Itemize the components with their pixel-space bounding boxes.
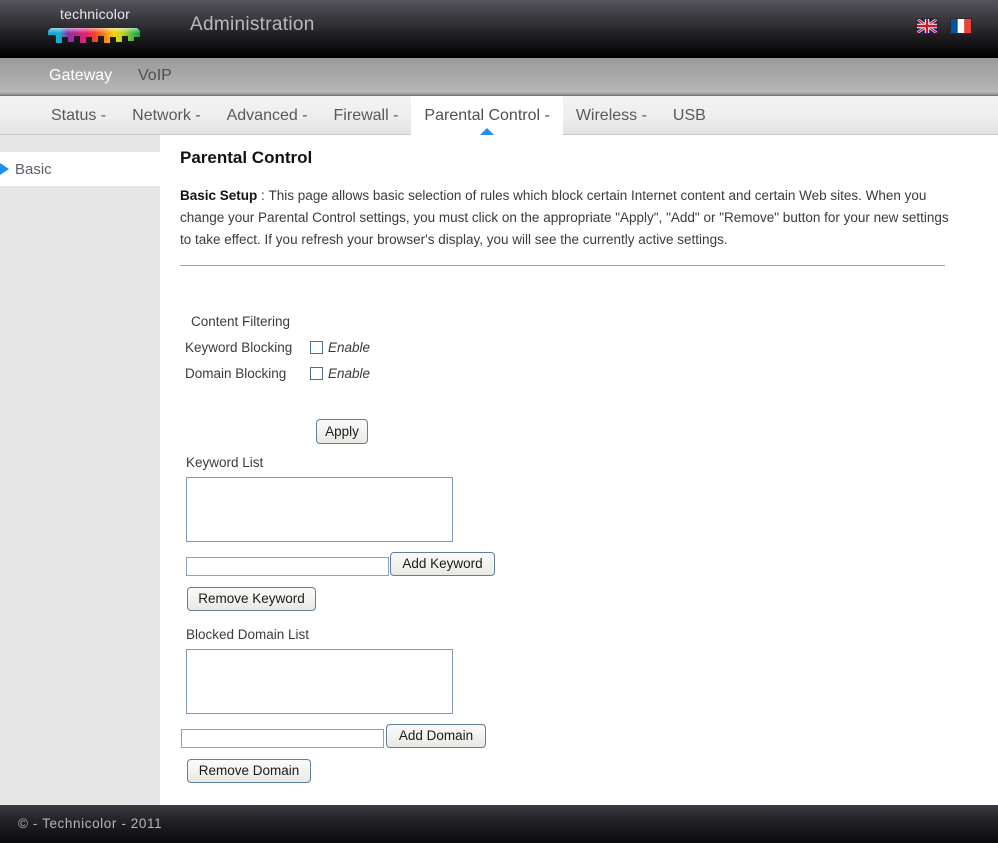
nav-item-usb-label: USB: [672, 106, 706, 124]
flag-uk-icon[interactable]: [916, 18, 938, 34]
nav-item-wireless[interactable]: Wireless -: [563, 96, 660, 135]
keyword-blocking-enable-label: Enable: [328, 340, 371, 355]
nav-item-firewall[interactable]: Firewall -: [321, 96, 412, 135]
remove-keyword-button[interactable]: Remove Keyword: [187, 587, 316, 611]
nav-item-parental-control[interactable]: Parental Control -: [411, 96, 563, 136]
content-area: Parental Control Basic Setup : This page…: [160, 135, 998, 805]
footer: © - Technicolor - 2011: [0, 805, 998, 843]
add-domain-button[interactable]: Add Domain: [386, 724, 486, 748]
technicolor-logo[interactable]: technicolor: [47, 6, 143, 48]
main-nav-items: Status - Network - Advanced - Firewall -…: [0, 96, 719, 136]
intro-separator: :: [257, 188, 269, 203]
sidebar-item-basic-label: Basic: [15, 160, 52, 178]
content-divider: [180, 265, 945, 266]
sidebar-item-basic[interactable]: Basic: [0, 152, 160, 186]
logo-wordmark: technicolor: [60, 6, 130, 22]
page-section-title: Administration: [190, 14, 315, 35]
nav-item-network[interactable]: Network -: [119, 96, 213, 135]
chevron-right-icon: [0, 163, 9, 175]
domain-blocking-label: Domain Blocking: [185, 366, 287, 381]
top-header: technicolor Administration: [0, 0, 998, 58]
remove-domain-button[interactable]: Remove Domain: [187, 759, 311, 783]
nav-item-usb[interactable]: USB: [660, 96, 719, 135]
keyword-list-label: Keyword List: [186, 455, 264, 470]
gateway-voip-bar: Gateway VoIP: [0, 58, 998, 96]
nav-item-wireless-label: Wireless -: [575, 106, 647, 124]
intro-label: Basic Setup: [180, 188, 258, 203]
language-flags: [916, 18, 972, 34]
apply-button[interactable]: Apply: [316, 419, 368, 444]
nav-item-status-label: Status -: [51, 106, 107, 124]
nav-item-status[interactable]: Status -: [38, 96, 119, 135]
keyword-input[interactable]: [186, 557, 389, 576]
flag-fr-icon[interactable]: [950, 18, 972, 34]
keyword-list-box[interactable]: [186, 477, 453, 542]
add-keyword-button[interactable]: Add Keyword: [390, 552, 495, 576]
nav-item-advanced-label: Advanced -: [226, 106, 308, 124]
nav-item-advanced[interactable]: Advanced -: [214, 96, 321, 135]
nav-item-network-label: Network -: [132, 106, 201, 124]
domain-blocking-checkbox[interactable]: [310, 367, 323, 380]
intro-body: This page allows basic selection of rule…: [180, 188, 949, 247]
intro-paragraph: Basic Setup : This page allows basic sel…: [180, 185, 952, 251]
copyright-text: © - Technicolor - 2011: [18, 816, 163, 831]
domain-blocking-enable-label: Enable: [328, 366, 371, 381]
voip-tab[interactable]: VoIP: [138, 67, 172, 85]
nav-item-parental-control-label: Parental Control -: [424, 106, 550, 124]
sidebar: Basic: [0, 135, 160, 805]
main-nav-bar: Status - Network - Advanced - Firewall -…: [0, 96, 998, 136]
blocked-domain-list-box[interactable]: [186, 649, 453, 714]
page-title: Parental Control: [180, 148, 313, 167]
keyword-blocking-checkbox[interactable]: [310, 341, 323, 354]
keyword-blocking-label: Keyword Blocking: [185, 340, 293, 355]
blocked-domain-list-label: Blocked Domain List: [186, 627, 310, 642]
domain-input[interactable]: [181, 729, 384, 748]
content-filtering-title: Content Filtering: [191, 314, 291, 329]
gateway-tab[interactable]: Gateway: [49, 67, 112, 85]
nav-item-firewall-label: Firewall -: [333, 106, 399, 124]
logo-rainbow-icon: [48, 28, 140, 43]
